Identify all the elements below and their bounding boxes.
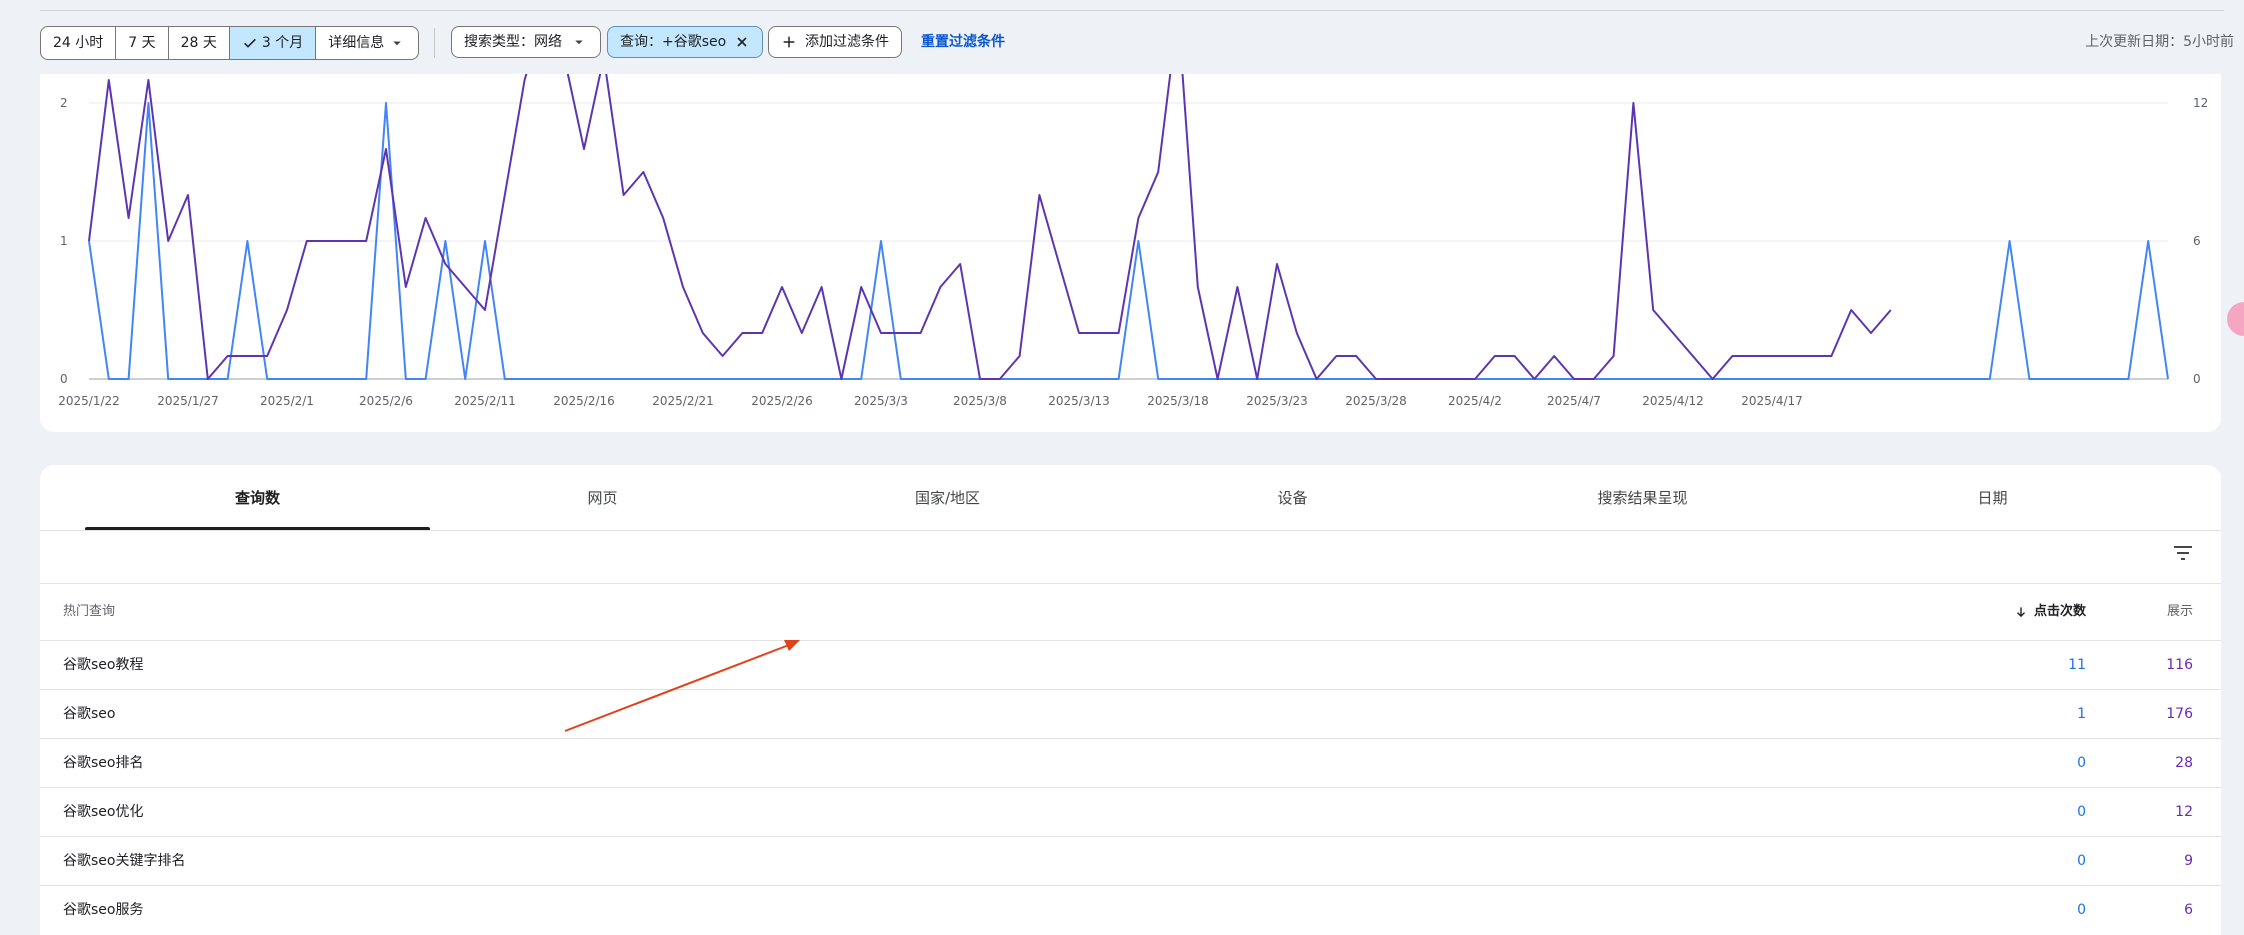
tabs-divider (40, 530, 2221, 531)
range-24h-button[interactable]: 24 小时 (41, 27, 117, 59)
x-tick-label: 2025/4/2 (1448, 394, 1502, 408)
reset-filters-link[interactable]: 重置过滤条件 (921, 26, 1005, 58)
x-tick-label: 2025/3/23 (1246, 394, 1308, 408)
x-tick-label: 2025/2/1 (260, 394, 314, 408)
performance-chart-card: 0 1 2 0 6 12 2025/1/22 2025/1/27 2025/2/1 2025/2/… (40, 74, 2221, 432)
filter-rows-icon[interactable] (2171, 541, 2195, 565)
row-clicks: 1 (2077, 706, 2086, 722)
tab-queries[interactable]: 查询数 (85, 465, 430, 530)
x-tick-label: 2025/2/26 (751, 394, 813, 408)
tab-search-appearance[interactable]: 搜索结果呈现 (1465, 465, 1820, 530)
row-clicks: 11 (2068, 657, 2086, 673)
column-header-query: 热门查询 (63, 604, 116, 619)
x-tick-label: 2025/2/11 (454, 394, 516, 408)
row-impressions: 12 (2175, 804, 2193, 820)
x-tick-label: 2025/3/3 (854, 394, 908, 408)
x-tick-label: 2025/4/7 (1547, 394, 1601, 408)
y-right-tick-label: 0 (2193, 372, 2201, 386)
row-query: 谷歌seo (63, 706, 116, 722)
dimension-table-card: 查询数 网页 国家/地区 设备 搜索结果呈现 日期 热门查询 点击次数 展示 谷… (40, 465, 2221, 935)
x-tick-label: 2025/2/16 (553, 394, 615, 408)
table-row[interactable]: 谷歌seo服务 0 6 (40, 885, 2221, 935)
tab-devices[interactable]: 设备 (1120, 465, 1465, 530)
floating-assistant-bubble[interactable] (2227, 302, 2244, 336)
table-row[interactable]: 谷歌seo 1 176 (40, 689, 2221, 739)
y-left-tick-label: 1 (60, 234, 68, 248)
performance-chart: 01206122025/1/22 2025/1/27 2025/2/1 2025/2/… (58, 74, 2208, 408)
search-type-dropdown[interactable]: 搜索类型：网络 (451, 26, 601, 58)
row-query: 谷歌seo优化 (63, 804, 144, 820)
column-header-impressions[interactable]: 展示 (2167, 584, 2193, 640)
row-query: 谷歌seo排名 (63, 755, 144, 771)
y-left-tick-label: 0 (60, 372, 68, 386)
y-right-tick-label: 12 (2193, 96, 2208, 110)
table-row[interactable]: 谷歌seo关键字排名 0 9 (40, 836, 2221, 886)
filter-divider (434, 28, 435, 58)
x-tick-label: 2025/1/22 (58, 394, 120, 408)
row-clicks: 0 (2077, 804, 2086, 820)
caret-down-icon (575, 40, 583, 45)
row-impressions: 116 (2166, 657, 2193, 673)
row-query: 谷歌seo服务 (63, 902, 144, 918)
range-3m-button[interactable]: 3 个月 (229, 27, 317, 59)
tab-pages[interactable]: 网页 (430, 465, 775, 530)
last-updated-text: 上次更新日期：5小时前 (2085, 34, 2234, 50)
query-filter-chip[interactable]: 查询：+谷歌seo (607, 26, 764, 58)
dimension-tabs: 查询数 网页 国家/地区 设备 搜索结果呈现 日期 (85, 465, 2185, 530)
x-tick-label: 2025/3/18 (1147, 394, 1209, 408)
x-tick-label: 2025/3/13 (1048, 394, 1110, 408)
table-row[interactable]: 谷歌seo优化 0 12 (40, 787, 2221, 837)
tab-countries[interactable]: 国家/地区 (775, 465, 1120, 530)
row-clicks: 0 (2077, 902, 2086, 918)
x-tick-label: 2025/1/27 (157, 394, 219, 408)
y-left-tick-label: 2 (60, 96, 68, 110)
top-divider (40, 10, 2224, 11)
x-tick-label: 2025/2/21 (652, 394, 714, 408)
check-icon (243, 38, 256, 48)
plus-icon (783, 36, 795, 48)
x-tick-label: 2025/4/17 (1741, 394, 1803, 408)
row-clicks: 0 (2077, 853, 2086, 869)
x-tick-label: 2025/2/6 (359, 394, 413, 408)
arrow-down-icon (2016, 607, 2025, 618)
add-filter-button[interactable]: 添加过滤条件 (768, 26, 902, 58)
close-icon[interactable] (734, 34, 750, 50)
x-tick-label: 2025/3/8 (953, 394, 1007, 408)
filter-bar: 24 小时 7 天 28 天 3 个月 详细信息 搜索类型：网络 查询：+谷歌s… (40, 26, 2234, 60)
series-line-impressions (88, 74, 1892, 380)
tab-dates[interactable]: 日期 (1820, 465, 2165, 530)
table-row[interactable]: 谷歌seo教程 11 116 (40, 640, 2221, 690)
range-custom-dropdown[interactable]: 详细信息 (316, 27, 418, 59)
row-query: 谷歌seo关键字排名 (63, 853, 186, 869)
row-impressions: 176 (2166, 706, 2193, 722)
y-right-tick-label: 6 (2193, 234, 2201, 248)
row-impressions: 28 (2175, 755, 2193, 771)
range-28d-button[interactable]: 28 天 (169, 27, 230, 59)
table-header: 热门查询 点击次数 展示 (40, 584, 2221, 640)
column-header-clicks[interactable]: 点击次数 (2014, 584, 2086, 640)
row-clicks: 0 (2077, 755, 2086, 771)
row-impressions: 6 (2184, 902, 2193, 918)
x-tick-label: 2025/4/12 (1642, 394, 1704, 408)
row-impressions: 9 (2184, 853, 2193, 869)
table-row[interactable]: 谷歌seo排名 0 28 (40, 738, 2221, 788)
range-7d-button[interactable]: 7 天 (116, 27, 169, 59)
caret-down-icon (393, 41, 401, 46)
date-range-selector: 24 小时 7 天 28 天 3 个月 详细信息 (40, 26, 420, 60)
x-tick-label: 2025/3/28 (1345, 394, 1407, 408)
row-query: 谷歌seo教程 (63, 657, 144, 673)
